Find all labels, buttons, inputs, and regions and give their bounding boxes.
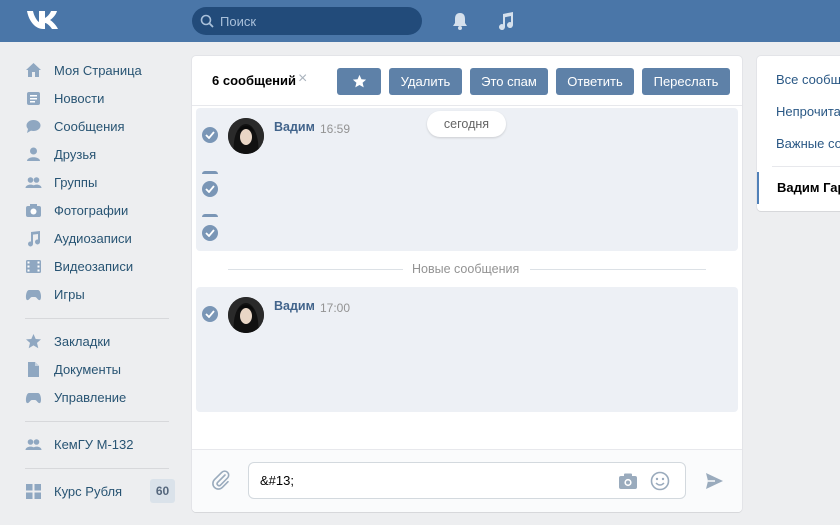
nav-item-news[interactable]: Новости <box>25 84 175 112</box>
active-conversation-name: Вадим Гар <box>777 180 840 195</box>
bell-icon[interactable] <box>451 11 469 31</box>
selected-count: 6 сообщений <box>212 73 297 88</box>
apps-icon <box>26 483 41 499</box>
forward-button[interactable]: Переслать <box>642 68 730 95</box>
star-icon <box>352 74 366 88</box>
selected-check-icon[interactable] <box>202 127 218 143</box>
nav-item-group-kemgu[interactable]: КемГУ М-132 <box>25 430 175 458</box>
nav-item-groups[interactable]: Группы <box>25 168 175 196</box>
message-input[interactable]: &#13; <box>248 462 686 499</box>
new-messages-divider: Новые сообщения <box>412 262 520 276</box>
filter-all-messages[interactable]: Все сообщ <box>776 72 840 87</box>
top-header: Поиск <box>0 0 840 42</box>
favorite-button[interactable] <box>337 68 381 95</box>
vk-logo[interactable] <box>26 9 60 31</box>
messages-icon <box>26 119 41 133</box>
nav-item-video[interactable]: Видеозаписи <box>25 252 175 280</box>
star-icon <box>26 333 41 348</box>
message-composer: &#13; <box>192 449 742 512</box>
avatar[interactable] <box>228 118 264 154</box>
selected-check-icon[interactable] <box>202 171 218 174</box>
send-icon[interactable] <box>704 471 724 491</box>
message-author[interactable]: Вадим <box>274 120 315 134</box>
document-icon <box>28 361 39 377</box>
video-icon <box>26 259 41 273</box>
selected-check-icon[interactable] <box>202 225 218 241</box>
panel-divider <box>772 166 840 167</box>
camera-icon <box>26 203 41 217</box>
paperclip-icon[interactable] <box>210 469 232 491</box>
delete-button[interactable]: Удалить <box>389 68 462 95</box>
new-messages-line <box>228 269 403 270</box>
message-author[interactable]: Вадим <box>274 299 315 313</box>
music-icon[interactable] <box>497 11 515 31</box>
avatar[interactable] <box>228 297 264 333</box>
search-icon <box>200 14 214 28</box>
clear-selection-icon[interactable]: × <box>298 70 307 88</box>
spam-button[interactable]: Это спам <box>470 68 548 95</box>
message-input-value: &#13; <box>260 473 294 488</box>
app-counter-badge: 60 <box>150 479 175 503</box>
date-separator: сегодня <box>427 111 506 137</box>
emoji-icon[interactable] <box>650 471 670 491</box>
new-messages-line <box>530 269 706 270</box>
selected-check-icon[interactable] <box>202 214 218 217</box>
filter-unread[interactable]: Непрочита <box>776 104 840 119</box>
nav-divider <box>25 318 169 319</box>
message-time[interactable]: 16:59 <box>320 122 350 136</box>
nav-item-games[interactable]: Игры <box>25 280 175 308</box>
group-icon <box>25 438 42 450</box>
nav-item-audio[interactable]: Аудиозаписи <box>25 224 175 252</box>
friends-icon <box>27 147 40 161</box>
nav-item-my-page[interactable]: Моя Страница <box>25 56 175 84</box>
nav-divider <box>25 421 169 422</box>
selection-toolbar: 6 сообщений × Удалить Это спам Ответить … <box>192 56 742 106</box>
nav-item-documents[interactable]: Документы <box>25 355 175 383</box>
conversation-filter-panel: Все сообщ Непрочита Важные со Вадим Гар <box>757 56 840 211</box>
gamepad-icon <box>25 392 42 403</box>
nav-item-photos[interactable]: Фотографии <box>25 196 175 224</box>
filter-important[interactable]: Важные со <box>776 136 840 151</box>
news-icon <box>27 91 40 105</box>
nav-item-bookmarks[interactable]: Закладки <box>25 327 175 355</box>
selected-check-icon[interactable] <box>202 181 218 197</box>
nav-item-friends[interactable]: Друзья <box>25 140 175 168</box>
camera-icon[interactable] <box>618 472 638 490</box>
search-placeholder: Поиск <box>220 14 257 29</box>
home-icon <box>26 62 41 77</box>
active-conversation[interactable]: Вадим Гар <box>757 172 840 204</box>
nav-divider <box>25 468 169 469</box>
reply-button[interactable]: Ответить <box>556 68 634 95</box>
message-group[interactable]: Вадим 17:00 <box>196 287 738 412</box>
nav-item-management[interactable]: Управление <box>25 383 175 411</box>
music-icon <box>28 230 40 246</box>
selected-check-icon[interactable] <box>202 306 218 322</box>
messages-panel: 6 сообщений × Удалить Это спам Ответить … <box>192 56 742 512</box>
search-input[interactable]: Поиск <box>192 7 422 35</box>
groups-icon <box>25 176 42 188</box>
gamepad-icon <box>25 289 42 300</box>
nav-item-messages[interactable]: Сообщения <box>25 112 175 140</box>
nav-item-app-ruble[interactable]: Курс Рубля 60 <box>25 477 175 505</box>
message-time[interactable]: 17:00 <box>320 301 350 315</box>
